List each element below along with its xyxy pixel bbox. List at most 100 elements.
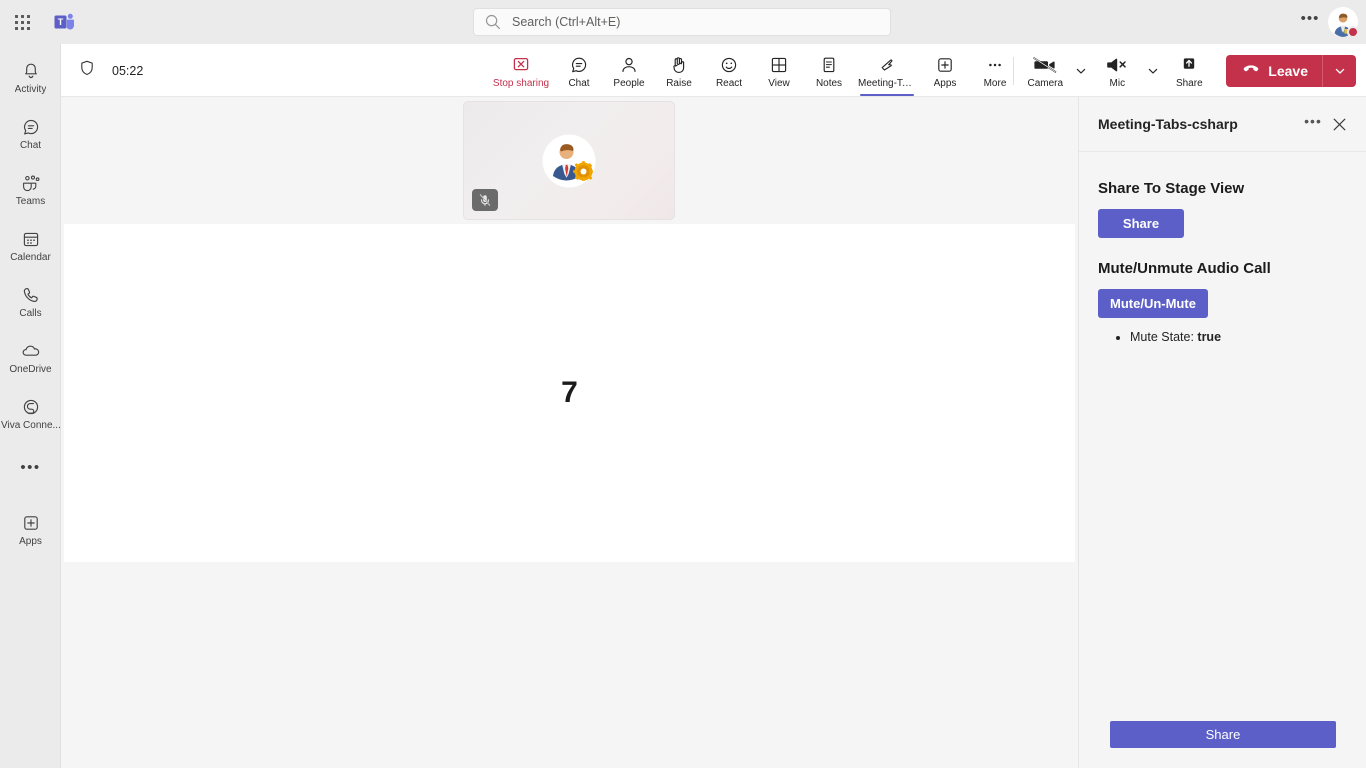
sidebar-item-label: Activity (14, 84, 47, 95)
meeting-controls: Stop sharing Chat People Raise React Vie… (488, 44, 1020, 97)
grid-icon (14, 14, 30, 30)
leave-options-chevron-down-icon[interactable] (1322, 54, 1356, 87)
shared-content-number: 7 (561, 376, 578, 409)
search-icon (484, 13, 502, 31)
participant-video-tile[interactable] (463, 101, 675, 220)
search-bar[interactable]: Search (Ctrl+Alt+E) (473, 8, 891, 36)
leave-meeting-button[interactable]: Leave (1226, 54, 1356, 87)
panel-more-button[interactable]: ••• (1300, 111, 1326, 137)
app-launcher-button[interactable] (0, 0, 44, 44)
sidebar-item-label: Calls (19, 308, 42, 319)
notes-button[interactable]: Notes (804, 44, 854, 97)
cloud-icon (20, 340, 42, 362)
stop-sharing-button[interactable]: Stop sharing (488, 44, 554, 97)
mute-state-list: Mute State: true (1116, 328, 1347, 346)
person-icon (618, 54, 640, 76)
top-bar: T Search (Ctrl+Alt+E) ••• (0, 0, 1366, 44)
side-panel: Meeting-Tabs-csharp ••• Share To Stage V… (1078, 97, 1366, 768)
people-button[interactable]: People (604, 44, 654, 97)
sidebar-item-label: Chat (19, 140, 42, 151)
participant-strip (61, 97, 1078, 224)
tab-meeting-tabs-csharp[interactable]: Meeting-Tab... (854, 44, 920, 97)
tool-label: Apps (933, 77, 957, 89)
plus-square-icon (21, 512, 41, 534)
mic-options-chevron-down-icon[interactable] (1142, 49, 1164, 93)
tool-label: Camera (1027, 77, 1064, 89)
search-placeholder: Search (Ctrl+Alt+E) (512, 15, 621, 29)
svg-text:T: T (58, 17, 64, 27)
tool-label: View (768, 77, 790, 89)
react-button[interactable]: React (704, 44, 754, 97)
sidebar-item-calendar[interactable]: Calendar (0, 218, 61, 274)
shared-content-area: 7 (64, 224, 1075, 562)
presence-indicator-busy (1347, 26, 1359, 38)
share-screen-button[interactable]: Share (1164, 44, 1214, 97)
sidebar-item-calls[interactable]: Calls (0, 274, 61, 330)
panel-title: Meeting-Tabs-csharp (1098, 116, 1238, 132)
phone-icon (21, 284, 41, 306)
sidebar-item-label: Teams (15, 196, 46, 207)
sidebar-item-onedrive[interactable]: OneDrive (0, 330, 61, 386)
leave-main[interactable]: Leave (1226, 55, 1322, 87)
sidebar-item-teams[interactable]: Teams (0, 162, 61, 218)
panel-footer-share-button[interactable]: Share (1110, 720, 1336, 748)
left-navigation-rail: Activity Chat Teams Calendar Calls OneDr… (0, 44, 61, 768)
notes-icon (818, 54, 840, 76)
apps-button[interactable]: Apps (920, 44, 970, 97)
tile-mic-muted-badge (472, 189, 498, 211)
sidebar-item-viva-connections[interactable]: Viva Conne... (0, 386, 61, 442)
sidebar-item-activity[interactable]: Activity (0, 50, 61, 106)
meeting-timer: 05:22 (112, 63, 144, 78)
camera-off-icon (1032, 54, 1058, 76)
panel-footer: Share (1079, 700, 1366, 768)
mic-muted-icon (1104, 54, 1130, 76)
meeting-status-group: 05:22 (78, 44, 143, 97)
tool-label: Mic (1109, 77, 1126, 89)
share-to-stage-button[interactable]: Share (1098, 209, 1184, 238)
camera-toggle-button[interactable]: Camera (1020, 44, 1070, 97)
mic-toggle-button[interactable]: Mic (1092, 44, 1142, 97)
mute-unmute-heading: Mute/Unmute Audio Call (1098, 260, 1271, 277)
user-gear-avatar (542, 134, 596, 187)
bell-icon (21, 60, 41, 82)
sidebar-item-label: Calendar (10, 252, 51, 263)
stop-sharing-icon (510, 54, 532, 76)
chat-button[interactable]: Chat (554, 44, 604, 97)
tool-label: People (613, 77, 645, 89)
calendar-icon (21, 228, 41, 250)
tool-label: React (715, 77, 743, 89)
sidebar-item-apps[interactable]: Apps (0, 502, 61, 558)
meeting-toolbar: 05:22 Stop sharing Chat People Raise Rea… (61, 44, 1366, 97)
plus-square-icon (934, 54, 956, 76)
panel-header: Meeting-Tabs-csharp ••• (1079, 97, 1366, 152)
rail-divider (0, 492, 60, 502)
meeting-stage: 7 (61, 97, 1078, 768)
sidebar-item-chat[interactable]: Chat (0, 106, 61, 162)
mute-unmute-button[interactable]: Mute/Un-Mute (1098, 289, 1208, 318)
mute-state-value: true (1197, 330, 1222, 344)
tool-label: Notes (815, 77, 843, 89)
ellipsis-icon (984, 54, 1006, 76)
search-input[interactable]: Search (Ctrl+Alt+E) (473, 8, 891, 36)
top-bar-right-group: ••• (1298, 0, 1359, 44)
chat-icon (21, 116, 41, 138)
avatar[interactable] (1328, 7, 1359, 38)
leave-label: Leave (1268, 62, 1308, 79)
view-button[interactable]: View (754, 44, 804, 97)
tool-label: Meeting-Tab... (858, 77, 916, 89)
grid-view-icon (768, 54, 790, 76)
tool-label: More (983, 77, 1007, 89)
camera-options-chevron-down-icon[interactable] (1070, 49, 1092, 93)
close-icon[interactable] (1326, 111, 1352, 137)
top-more-button[interactable]: ••• (1298, 10, 1322, 34)
sidebar-item-label: OneDrive (9, 364, 52, 375)
meeting-device-controls: Camera Mic Share Leave (1013, 44, 1356, 97)
meeting-tab-icon (876, 54, 898, 76)
raise-hand-button[interactable]: Raise (654, 44, 704, 97)
tool-label: Chat (568, 77, 590, 89)
sidebar-item-label: Viva Conne... (1, 420, 60, 431)
panel-body: Share To Stage View Share Mute/Unmute Au… (1079, 152, 1366, 346)
sidebar-more-button[interactable]: ••• (0, 452, 61, 492)
chat-icon (568, 54, 590, 76)
viva-connections-icon (21, 396, 41, 418)
